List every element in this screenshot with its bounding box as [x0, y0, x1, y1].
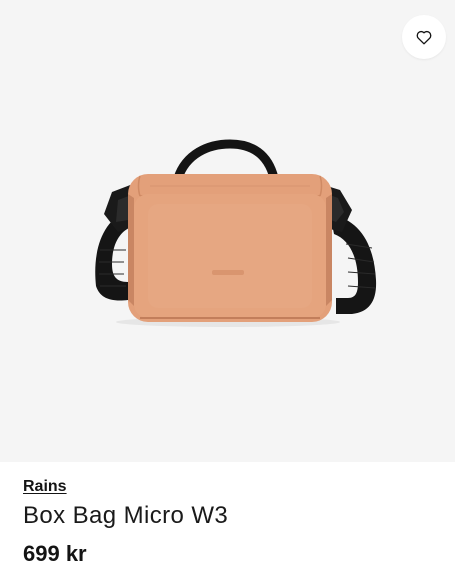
heart-outline-icon [416, 30, 432, 44]
product-name[interactable]: Box Bag Micro W3 [23, 502, 228, 530]
product-price: 699 kr [23, 541, 87, 566]
product-image-area[interactable] [0, 0, 455, 462]
brand-link[interactable]: Rains [23, 478, 67, 496]
product-card[interactable]: Rains Box Bag Micro W3 699 kr [0, 0, 455, 575]
product-image [95, 139, 377, 327]
favorite-button[interactable] [402, 15, 446, 59]
